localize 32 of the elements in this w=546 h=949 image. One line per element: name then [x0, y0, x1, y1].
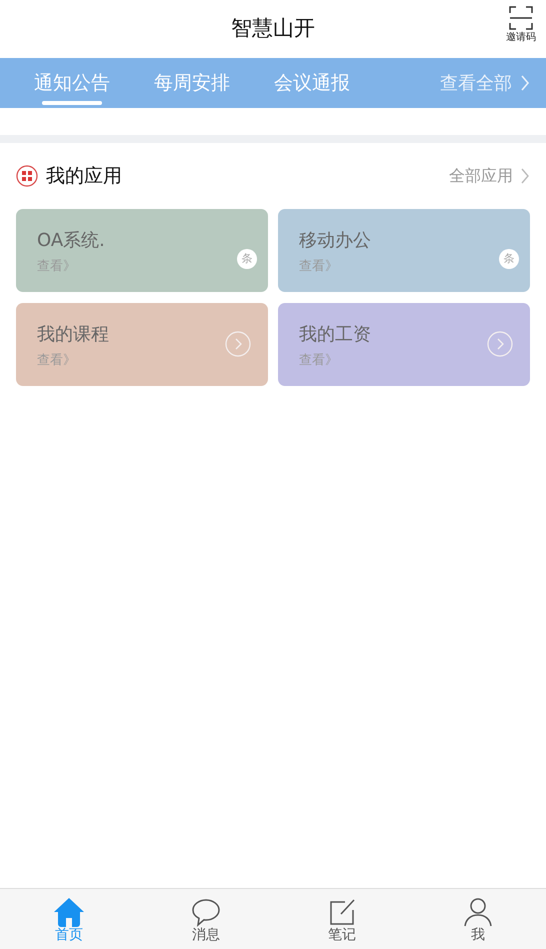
nav-tab[interactable]: 我: [463, 889, 493, 949]
count-badge: 条: [237, 249, 257, 269]
home-icon: [53, 897, 85, 927]
chevron-right-icon: [521, 168, 530, 184]
section-title: 我的应用: [46, 164, 122, 189]
count-badge: 条: [499, 249, 519, 269]
user-icon: [463, 897, 493, 927]
chevron-circle-icon[interactable]: [487, 331, 513, 357]
app-title-text: OA系统.: [37, 230, 105, 252]
chevron-circle-icon[interactable]: [225, 331, 251, 357]
apps-icon: [16, 165, 38, 187]
app-card[interactable]: 我的工资 查看》: [278, 303, 530, 386]
app-card[interactable]: 移动办公 查看》 条: [278, 209, 530, 292]
view-link[interactable]: 查看》: [299, 257, 338, 276]
app-title: 智慧山开: [231, 15, 315, 42]
nav-tab[interactable]: 消息: [191, 889, 221, 949]
app-title-text: 我的课程: [37, 324, 109, 346]
tab[interactable]: 会议通报: [258, 58, 366, 108]
app-card[interactable]: 我的课程 查看》: [16, 303, 268, 386]
view-link[interactable]: 查看》: [37, 351, 76, 370]
all-apps-link[interactable]: 全部应用: [449, 164, 530, 188]
chevron-right-icon: [520, 74, 530, 92]
app-title-text: 我的工资: [299, 324, 371, 346]
tab[interactable]: 每周安排: [138, 58, 246, 108]
nav-tab[interactable]: 首页: [53, 889, 85, 949]
view-link[interactable]: 查看》: [299, 351, 338, 370]
nav-tab[interactable]: 笔记: [327, 889, 357, 949]
chat-bubble-icon: [191, 897, 221, 927]
invite-code-button[interactable]: 邀请码: [506, 6, 536, 45]
app-title-text: 移动办公: [299, 230, 371, 252]
view-all-link[interactable]: 查看全部: [434, 68, 546, 98]
tab[interactable]: 通知公告: [18, 58, 126, 108]
